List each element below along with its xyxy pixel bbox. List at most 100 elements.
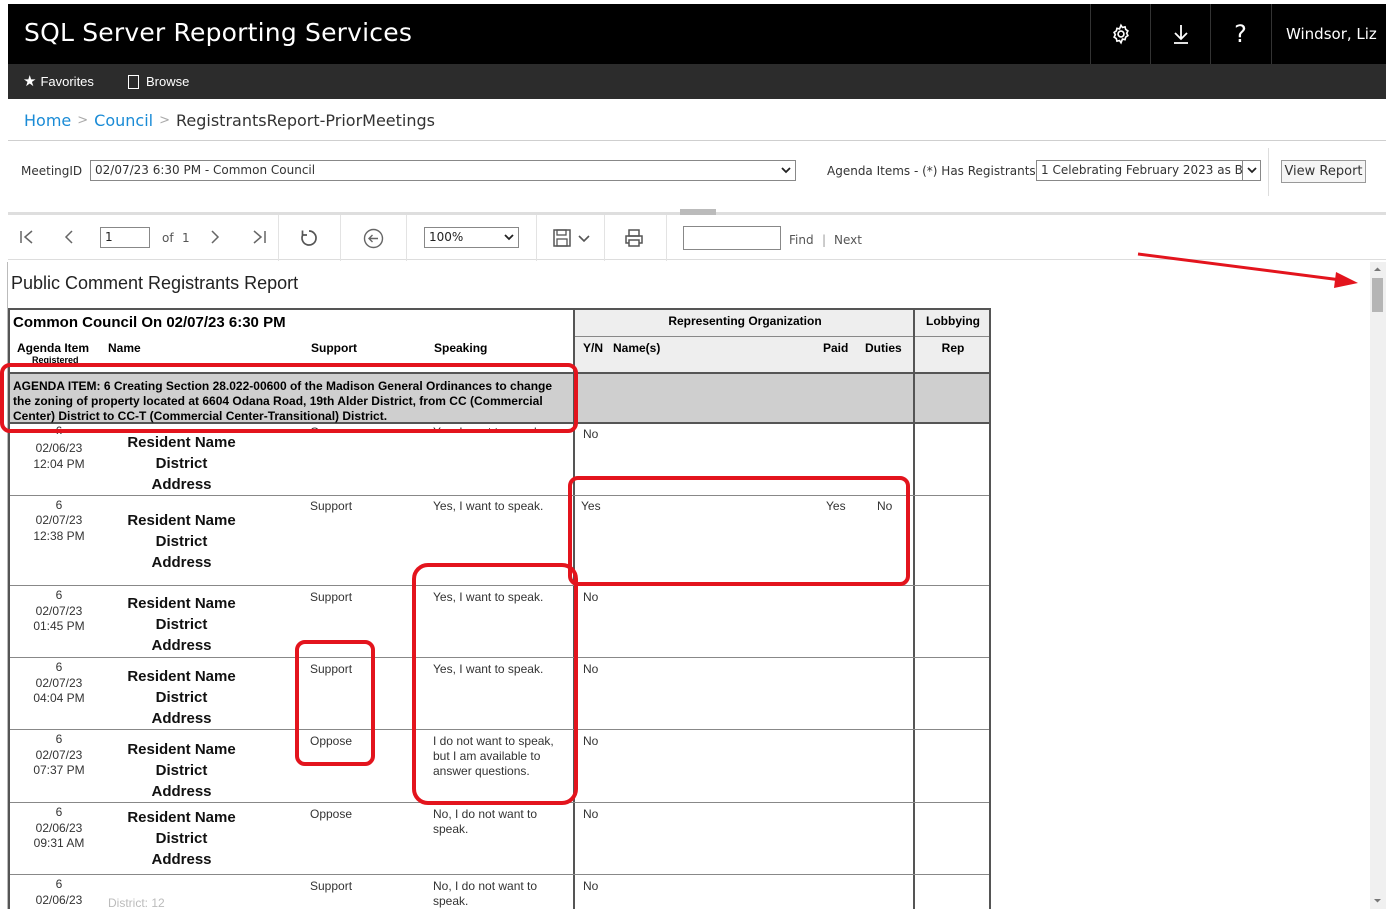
divider xyxy=(406,215,407,261)
app-title: SQL Server Reporting Services xyxy=(24,18,413,47)
print-icon[interactable] xyxy=(624,228,644,248)
resident-address: Address xyxy=(151,554,212,571)
col-name: Name xyxy=(108,341,141,355)
scroll-thumb[interactable] xyxy=(1372,278,1383,312)
col-representing-org: Representing Organization xyxy=(668,314,822,328)
col-lobbying: Lobbying xyxy=(926,314,980,328)
nav-bar: ★ Favorites Browse xyxy=(8,64,1386,99)
row-speaking: No, I do not want to speak. xyxy=(433,879,538,908)
find-separator: | xyxy=(822,233,827,247)
top-bar: SQL Server Reporting Services ? Windsor,… xyxy=(8,4,1386,64)
row-item: 6 xyxy=(55,877,63,891)
download-button[interactable] xyxy=(1150,4,1210,64)
download-icon xyxy=(1173,25,1188,44)
back-icon[interactable] xyxy=(363,228,384,249)
agenda-items-select[interactable]: 1 Celebrating February 2023 as Bla xyxy=(1036,160,1261,181)
settings-icon xyxy=(1112,23,1129,45)
divider xyxy=(575,336,915,337)
col-names: Name(s) xyxy=(613,341,661,355)
breadcrumb-home[interactable]: Home xyxy=(24,111,71,130)
resident-name: Resident Name xyxy=(127,434,236,451)
row-yn: No xyxy=(583,662,599,676)
row-item: 6 xyxy=(55,732,63,746)
row-item: 6 xyxy=(55,588,63,602)
divider xyxy=(913,372,915,909)
zoom-value: 100% xyxy=(429,230,464,244)
vertical-scrollbar[interactable] xyxy=(1370,262,1386,909)
divider xyxy=(1268,148,1269,196)
lobbying-header: Lobbying Rep xyxy=(913,310,989,372)
favorites-link[interactable]: ★ Favorites xyxy=(23,64,94,99)
first-page-icon[interactable] xyxy=(18,229,36,245)
annotation-arrow xyxy=(1137,252,1358,288)
divider xyxy=(604,215,605,261)
resident-district: District xyxy=(155,762,208,779)
col-support: Support xyxy=(311,341,357,355)
chevron-down-icon[interactable] xyxy=(578,235,590,243)
col-registered: Registered xyxy=(32,355,79,363)
resident-name-block: Resident Name District Address xyxy=(94,593,269,656)
page-number-input[interactable]: 1 xyxy=(100,227,150,248)
find-button[interactable]: Find xyxy=(789,233,814,247)
zoom-select[interactable]: 100% xyxy=(424,227,519,248)
resident-district: District xyxy=(155,616,208,633)
collapse-handle[interactable] xyxy=(680,209,716,215)
browse-label: Browse xyxy=(146,74,190,89)
row-date: 02/07/23 xyxy=(35,513,83,527)
scroll-down-icon[interactable] xyxy=(1373,898,1382,904)
annotation-agenda-box xyxy=(0,363,578,433)
report-heading: Common Council On 02/07/23 6:30 PM xyxy=(13,314,286,331)
refresh-icon[interactable] xyxy=(299,228,319,248)
divider xyxy=(8,140,1386,141)
resident-name-block: Resident Name District Address xyxy=(94,807,269,870)
row-yn: No xyxy=(583,879,599,893)
col-paid: Paid xyxy=(823,341,849,355)
row-date: 02/06/23 xyxy=(35,893,83,907)
row-item: 6 xyxy=(55,498,63,512)
row-speaking: No, I do not want to speak. xyxy=(433,807,538,836)
resident-district: District xyxy=(155,533,208,550)
agenda-items-value: 1 Celebrating February 2023 as Bla xyxy=(1041,163,1254,177)
resident-name-block: Resident Name District Address xyxy=(94,510,269,573)
divider xyxy=(278,215,279,261)
row-support: Support xyxy=(310,879,353,893)
col-agenda-item: Agenda Item xyxy=(17,341,90,355)
row-date: 02/06/23 xyxy=(35,821,83,835)
help-button[interactable]: ? xyxy=(1210,4,1270,64)
divider xyxy=(340,215,341,261)
resident-district: District xyxy=(155,830,208,847)
view-report-button[interactable]: View Report xyxy=(1281,160,1366,183)
browse-link[interactable]: Browse xyxy=(128,64,189,99)
resident-name: Resident Name xyxy=(127,668,236,685)
save-icon[interactable] xyxy=(553,229,573,247)
user-menu[interactable]: Windsor, Liz xyxy=(1271,4,1386,64)
agenda-items-label: Agenda Items - (*) Has Registrants xyxy=(827,164,1036,178)
chevron-down-icon xyxy=(777,161,795,180)
resident-name-block: Resident Name District Address xyxy=(94,432,269,495)
divider xyxy=(536,215,537,261)
resident-name: Resident Name xyxy=(127,512,236,529)
settings-button[interactable] xyxy=(1090,4,1150,64)
row-yn: No xyxy=(583,590,599,604)
row-yn: No xyxy=(583,807,599,821)
annotation-support-box xyxy=(295,640,375,766)
row-yn: No xyxy=(583,427,599,441)
row-divider xyxy=(10,874,989,875)
row-date: 02/06/23 xyxy=(35,441,83,455)
meeting-id-select[interactable]: 02/07/23 6:30 PM - Common Council xyxy=(90,160,796,181)
last-page-icon[interactable] xyxy=(250,229,268,245)
breadcrumb-council[interactable]: Council xyxy=(94,111,153,130)
find-next-button[interactable]: Next xyxy=(834,233,862,247)
scroll-up-icon[interactable] xyxy=(1373,266,1382,272)
total-pages: 1 xyxy=(182,231,190,245)
resident-name-block: Resident Name District Address xyxy=(94,739,269,802)
previous-page-icon[interactable] xyxy=(62,229,76,245)
chevron-down-icon xyxy=(504,234,514,241)
breadcrumb-current: RegistrantsReport-PriorMeetings xyxy=(176,111,435,130)
resident-address: Address xyxy=(151,783,212,800)
row-time: 09:31 AM xyxy=(33,836,85,850)
breadcrumb: Home > Council > RegistrantsReport-Prior… xyxy=(24,111,435,130)
find-input[interactable] xyxy=(683,226,781,250)
next-page-icon[interactable] xyxy=(208,229,222,245)
row-time: 07:37 PM xyxy=(33,763,85,777)
